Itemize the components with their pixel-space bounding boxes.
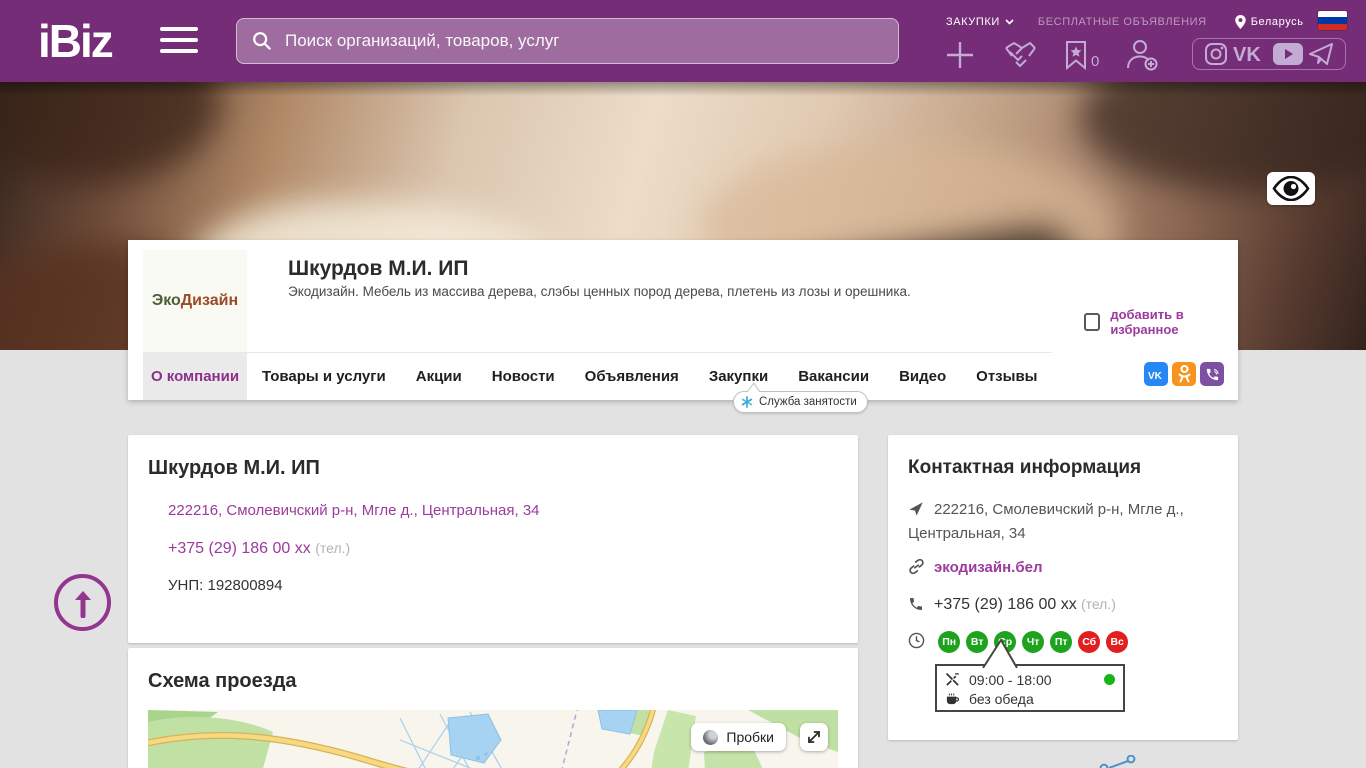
about-unp: УНП: 192800894 <box>168 577 838 594</box>
about-phone-note: (тел.) <box>315 540 350 556</box>
menu-icon[interactable] <box>160 27 198 57</box>
map-card: Схема проезда <box>128 648 858 768</box>
telegram-icon[interactable] <box>1308 42 1334 66</box>
arrow-up-icon <box>72 588 94 618</box>
tab-video[interactable]: Видео <box>884 353 961 400</box>
zakupki-menu[interactable]: ЗАКУПКИ <box>946 16 1014 28</box>
about-address-link[interactable]: 222216, Смолевичский р-н, Мгле д., Центр… <box>168 502 540 519</box>
contact-title: Контактная информация <box>908 457 1218 479</box>
traffic-button[interactable]: Пробки <box>691 723 786 751</box>
chevron-down-icon <box>1005 19 1014 25</box>
tab-products[interactable]: Товары и услуги <box>247 353 401 400</box>
contact-website-link[interactable]: экодизайн.бел <box>934 559 1043 576</box>
search-input[interactable] <box>285 31 884 51</box>
header-social-box: VK <box>1192 38 1346 70</box>
lunch-note: без обеда <box>969 691 1034 707</box>
open-now-indicator <box>1104 674 1115 685</box>
vk-icon[interactable]: VK <box>1233 43 1267 65</box>
youtube-icon[interactable] <box>1273 43 1303 65</box>
header-top-links: ЗАКУПКИ БЕСПЛАТНЫЕ ОБЪЯВЛЕНИЯ Беларусь <box>946 14 1346 30</box>
navigation-arrow-icon <box>908 501 934 523</box>
search-icon <box>251 30 273 52</box>
employment-service-tooltip: Служба занятости <box>733 391 868 413</box>
company-description: Экодизайн. Мебель из массива дерева, слэ… <box>288 284 958 299</box>
svg-text:VK: VK <box>1148 371 1163 380</box>
handshake-icon[interactable] <box>1002 40 1038 70</box>
contact-address: 222216, Смолевичский р-н, Мгле д., Центр… <box>908 501 1184 542</box>
language-flag-russian[interactable] <box>1318 11 1347 30</box>
search-bar <box>236 18 899 64</box>
about-title: Шкурдов М.И. ИП <box>148 457 838 480</box>
viber-button[interactable] <box>1200 362 1224 386</box>
map-fullscreen-button[interactable] <box>800 723 828 751</box>
add-to-favorites[interactable]: добавить в избранное <box>1084 307 1238 337</box>
link-icon <box>908 558 934 581</box>
contact-phone[interactable]: +375 (29) 186 00 xx <box>934 596 1077 613</box>
company-logo-design: Дизайн <box>181 292 238 309</box>
company-logo-eco: Эко <box>152 292 181 309</box>
country-select[interactable]: Беларусь <box>1235 15 1304 29</box>
popup-tail <box>977 638 1037 668</box>
tab-ads[interactable]: Объявления <box>570 353 694 400</box>
company-tabs: О компании Товары и услуги Акции Новости… <box>143 352 1052 400</box>
company-social-buttons: VK <box>1144 362 1224 386</box>
expand-icon <box>806 729 822 745</box>
favorite-label: добавить в избранное <box>1110 307 1238 337</box>
contact-card: Контактная информация 222216, Смолевичск… <box>888 435 1238 740</box>
ibiz-logo[interactable]: iBiz <box>38 14 112 68</box>
accessibility-eye-button[interactable] <box>1267 172 1315 205</box>
add-plus-icon[interactable] <box>944 39 976 71</box>
favorites-bookmark-icon[interactable]: 0 <box>1064 40 1099 70</box>
free-ads-link[interactable]: БЕСПЛАТНЫЕ ОБЪЯВЛЕНИЯ <box>1038 16 1207 28</box>
company-card: ЭкоДизайн Шкурдов М.И. ИП Экодизайн. Меб… <box>128 240 1238 400</box>
tab-reviews[interactable]: Отзывы <box>961 353 1052 400</box>
map-title: Схема проезда <box>148 670 838 693</box>
employment-service-label: Служба занятости <box>759 396 857 408</box>
instagram-icon[interactable] <box>1204 42 1228 66</box>
share-icon <box>1095 755 1137 768</box>
favorites-count: 0 <box>1091 53 1099 70</box>
phone-icon <box>908 596 934 618</box>
traffic-light-icon <box>703 730 718 745</box>
working-hours: 09:00 - 18:00 <box>969 672 1052 688</box>
vk-button[interactable]: VK <box>1144 362 1168 386</box>
company-name: Шкурдов М.И. ИП <box>288 257 469 281</box>
location-pin-icon <box>1235 15 1246 29</box>
tab-news[interactable]: Новости <box>477 353 570 400</box>
coffee-cup-icon <box>945 691 960 706</box>
odnoklassniki-button[interactable] <box>1172 362 1196 386</box>
contact-schedule-row: Пн Вт Ср Чт Пт Сб Вс <box>908 631 1218 655</box>
day-badge-fri[interactable]: Пт <box>1050 631 1072 653</box>
company-logo: ЭкоДизайн <box>143 250 247 352</box>
register-user-icon[interactable] <box>1125 39 1159 71</box>
contact-address-row: 222216, Смолевичский р-н, Мгле д., Центр… <box>908 499 1218 544</box>
tab-promotions[interactable]: Акции <box>401 353 477 400</box>
clock-icon <box>908 632 934 655</box>
map-canvas[interactable]: Пробки <box>148 710 838 768</box>
employment-service-icon <box>741 396 753 408</box>
contact-website-row: экодизайн.бел <box>908 557 1218 581</box>
about-phone-link[interactable]: +375 (29) 186 00 xx <box>168 540 311 557</box>
scroll-to-top-button[interactable] <box>54 574 111 631</box>
tools-icon <box>945 672 960 687</box>
contact-phone-note: (тел.) <box>1081 596 1116 612</box>
page: iBiz ЗАКУПКИ БЕСПЛАТНЫЕ ОБЪЯВЛЕНИЯ Белар… <box>0 0 1366 768</box>
contact-phone-row: +375 (29) 186 00 xx (тел.) <box>908 594 1218 618</box>
day-badge-sat[interactable]: Сб <box>1078 631 1100 653</box>
about-card: Шкурдов М.И. ИП 222216, Смолевичский р-н… <box>128 435 858 643</box>
eye-icon <box>1272 176 1310 201</box>
day-badge-sun[interactable]: Вс <box>1106 631 1128 653</box>
favorite-checkbox[interactable] <box>1084 313 1100 331</box>
header-action-icons: 0 <box>944 36 1159 74</box>
day-badge-mon[interactable]: Пн <box>938 631 960 653</box>
tab-about[interactable]: О компании <box>143 353 247 400</box>
svg-text:VK: VK <box>1233 44 1261 65</box>
header: iBiz ЗАКУПКИ БЕСПЛАТНЫЕ ОБЪЯВЛЕНИЯ Белар… <box>0 0 1366 82</box>
working-hours-popup: 09:00 - 18:00 без обеда <box>935 664 1125 712</box>
traffic-label: Пробки <box>726 729 774 745</box>
